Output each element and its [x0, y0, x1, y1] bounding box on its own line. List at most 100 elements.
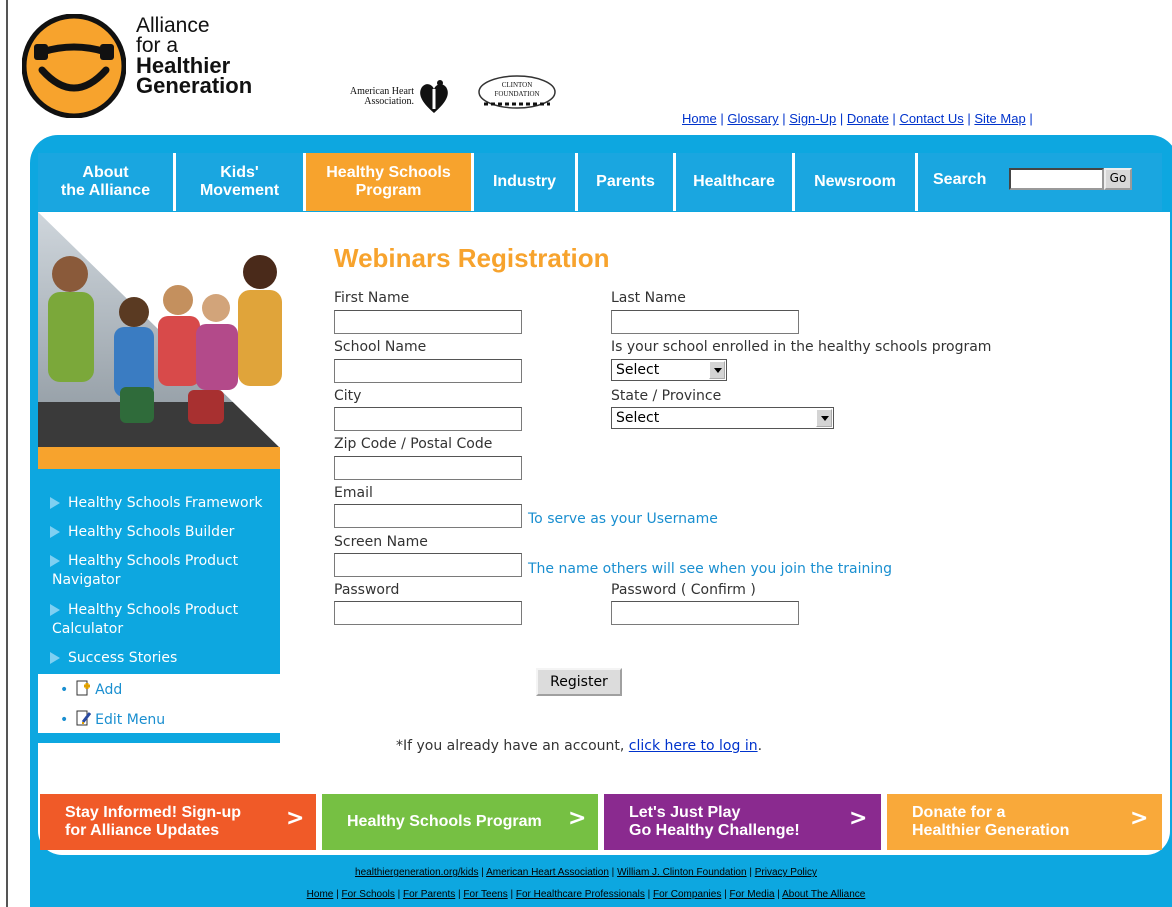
promo-donate[interactable]: Donate for a Healthier Generation > — [887, 794, 1162, 850]
login-prompt-end: . — [757, 738, 763, 754]
password-confirm-label: Password ( Confirm ) — [611, 582, 756, 598]
sidebar-item-label: Navigator — [52, 572, 121, 588]
first-name-label: First Name — [334, 290, 410, 306]
toplink-contact-us[interactable]: Contact Us — [899, 111, 963, 126]
nav-label: Healthy Schools — [326, 164, 451, 181]
chevron-right-icon: > — [849, 806, 868, 831]
footer-row-2: Home | For Schools | For Parents | For T… — [306, 889, 866, 900]
sidebar-menu: Healthy Schools Framework Healthy School… — [38, 469, 280, 674]
nav-healthcare[interactable]: Healthcare — [676, 153, 792, 211]
promo-lets-just-play[interactable]: Let's Just Play Go Healthy Challenge! > — [604, 794, 881, 850]
bullet: • — [60, 712, 69, 728]
screen-name-label: Screen Name — [334, 534, 428, 550]
nav-about-the-alliance[interactable]: About the Alliance — [38, 153, 173, 211]
last-name-label: Last Name — [611, 290, 686, 306]
bullet: • — [60, 682, 69, 698]
login-link[interactable]: click here to log in — [629, 738, 758, 754]
nav-label: the Alliance — [60, 182, 151, 199]
state-select-value: Select — [616, 410, 660, 426]
city-field[interactable] — [334, 407, 522, 431]
password-confirm-field[interactable] — [611, 601, 799, 625]
nav-healthy-schools-program[interactable]: Healthy Schools Program — [306, 153, 471, 211]
arrow-right-icon — [50, 652, 60, 664]
footer-link-home[interactable]: Home — [307, 889, 334, 900]
promo-text: Donate for a Healthier Generation — [912, 804, 1069, 840]
edit-menu-link[interactable]: • Edit Menu — [60, 710, 165, 728]
nav-label: Movement — [199, 182, 280, 199]
zip-field[interactable] — [334, 456, 522, 480]
chevron-down-icon[interactable] — [816, 409, 832, 427]
arrow-right-icon — [50, 604, 60, 616]
nav-parents[interactable]: Parents — [578, 153, 673, 211]
enrolled-select-value: Select — [616, 362, 660, 378]
sidebar-item-label: Healthy Schools Product — [68, 553, 239, 569]
state-select[interactable]: Select — [611, 407, 834, 429]
sidebar-item-label: Healthy Schools Framework — [68, 495, 263, 511]
footer-link-kids-site[interactable]: healthiergeneration.org/kids — [355, 867, 478, 878]
arrow-right-icon — [50, 555, 60, 567]
add-label: Add — [95, 682, 123, 698]
promo-healthy-schools-program[interactable]: Healthy Schools Program > — [322, 794, 598, 850]
chevron-down-icon[interactable] — [709, 361, 725, 379]
edit-add-link[interactable]: • Add — [60, 680, 122, 698]
logo-line-4: Generation — [136, 73, 253, 98]
search-go-button[interactable]: Go — [1104, 168, 1132, 190]
nav-label: Industry — [492, 173, 557, 190]
footer-row-1: healthiergeneration.org/kids | American … — [355, 867, 817, 878]
enrolled-select[interactable]: Select — [611, 359, 727, 381]
toplink-home[interactable]: Home — [682, 111, 717, 126]
footer-link-for-healthcare-professionals[interactable]: For Healthcare Professionals — [516, 889, 645, 900]
chevron-right-icon: > — [286, 806, 305, 831]
nav-label: Program — [355, 182, 422, 199]
clinton-foundation-logo-icon[interactable]: CLINTON FOUNDATION — [470, 70, 565, 114]
search-label: Search — [933, 171, 987, 188]
nav-label: About — [82, 164, 129, 181]
password-field[interactable] — [334, 601, 522, 625]
nav-label: Kids' — [220, 164, 259, 181]
nav-industry[interactable]: Industry — [474, 153, 575, 211]
nav-newsroom[interactable]: Newsroom — [795, 153, 915, 211]
promo-stay-informed[interactable]: Stay Informed! Sign-up for Alliance Upda… — [40, 794, 316, 850]
nav-label: Healthcare — [693, 173, 775, 190]
last-name-field[interactable] — [611, 310, 799, 334]
footer-link-for-schools[interactable]: For Schools — [342, 889, 395, 900]
screen-name-field[interactable] — [334, 553, 522, 577]
footer-link-for-media[interactable]: For Media — [730, 889, 775, 900]
email-field[interactable] — [334, 504, 522, 528]
footer-link-about-the-alliance[interactable]: About The Alliance — [782, 889, 865, 900]
footer-link-for-teens[interactable]: For Teens — [463, 889, 507, 900]
toplink-donate[interactable]: Donate — [847, 111, 889, 126]
promo-line: Stay Informed! Sign-up — [65, 804, 241, 821]
chevron-right-icon: > — [1130, 806, 1149, 831]
toplink-glossary[interactable]: Glossary — [727, 111, 778, 126]
footer-link-for-companies[interactable]: For Companies — [653, 889, 721, 900]
footer-link-aha[interactable]: American Heart Association — [486, 867, 609, 878]
register-button[interactable]: Register — [536, 668, 622, 696]
sidebar-item-label: Healthy Schools Product — [68, 602, 239, 618]
aha-logo-text[interactable]: American Heart Association. — [316, 87, 414, 107]
school-name-field[interactable] — [334, 359, 522, 383]
promo-text: Let's Just Play Go Healthy Challenge! — [629, 804, 800, 840]
main-nav: About the Alliance Kids' Movement Healthy … — [38, 153, 1162, 211]
promo-line: Healthy Schools Program — [347, 813, 542, 830]
footer-link-privacy-policy[interactable]: Privacy Policy — [755, 867, 817, 878]
nav-label: Parents — [596, 173, 655, 190]
email-hint: To serve as your Username — [528, 511, 718, 527]
page-title: Webinars Registration — [334, 243, 610, 273]
sidebar-item-label: Calculator — [52, 621, 124, 637]
students-photo — [38, 212, 308, 448]
search-input[interactable] — [1009, 168, 1104, 190]
promo-line: Healthier Generation — [912, 822, 1070, 839]
svg-text:FOUNDATION: FOUNDATION — [494, 90, 539, 98]
smiley-logo-icon[interactable] — [22, 14, 126, 118]
page-left-border — [6, 0, 8, 907]
nav-kids-movement[interactable]: Kids' Movement — [176, 153, 303, 211]
footer-link-for-parents[interactable]: For Parents — [403, 889, 455, 900]
city-label: City — [334, 388, 362, 404]
email-label: Email — [334, 485, 373, 501]
toplink-site-map[interactable]: Site Map — [974, 111, 1025, 126]
footer-link-clinton-foundation[interactable]: William J. Clinton Foundation — [617, 867, 747, 878]
alliance-logo-text[interactable]: Alliance for a Healthier Generation — [136, 15, 253, 98]
toplink-sign-up[interactable]: Sign-Up — [789, 111, 836, 126]
first-name-field[interactable] — [334, 310, 522, 334]
